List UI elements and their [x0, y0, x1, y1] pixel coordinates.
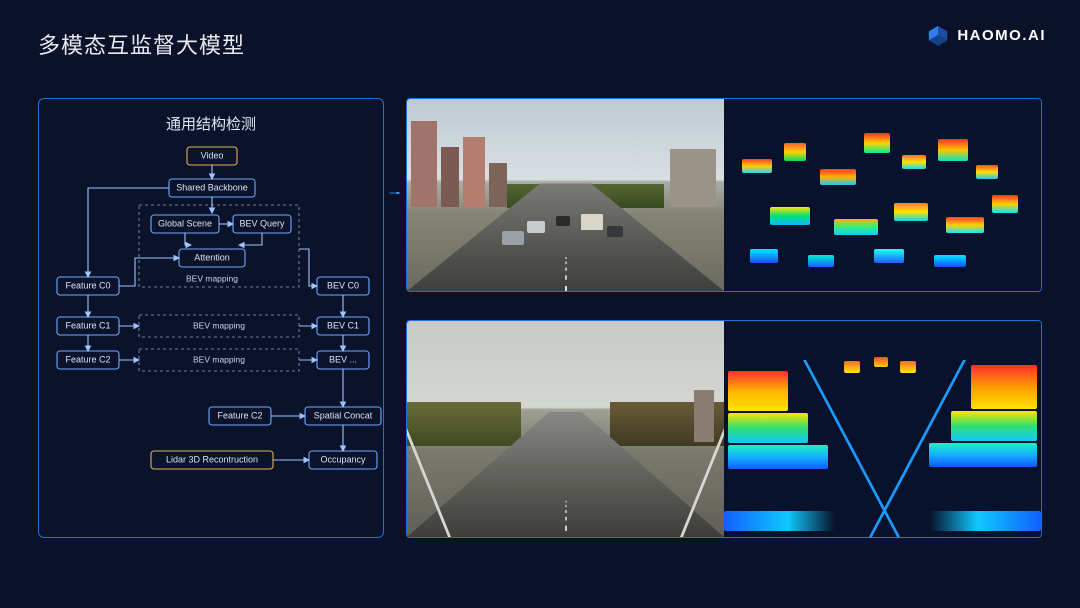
label-bev-mapping-group: BEV mapping: [186, 273, 238, 283]
label-bev-mapping-2: BEV mapping: [193, 354, 245, 364]
label-bev-dots: BEV ...: [329, 354, 357, 364]
label-backbone: Shared Backbone: [176, 182, 248, 192]
label-attention: Attention: [194, 252, 230, 262]
connector-arrow-icon: [384, 192, 406, 194]
pointcloud-view-bottom: [724, 321, 1041, 537]
camera-view-bottom: [407, 321, 724, 537]
label-bev-mapping-1: BEV mapping: [193, 320, 245, 330]
brand-logo-text: HAOMO.AI: [957, 27, 1046, 44]
brand-logo: HAOMO.AI: [927, 24, 1046, 46]
architecture-diagram: Video Shared Backbone BEV mapping Global…: [39, 99, 385, 539]
label-bev-query: BEV Query: [239, 218, 285, 228]
label-feature-c1: Feature C1: [65, 320, 110, 330]
label-occupancy: Occupancy: [320, 454, 366, 464]
label-feature-c2: Feature C2: [65, 354, 110, 364]
label-bev-c0: BEV C0: [327, 280, 359, 290]
label-global-scene: Global Scene: [158, 218, 212, 228]
slide-root: 多模态互监督大模型 HAOMO.AI 通用结构检测 Video Share: [0, 0, 1080, 608]
label-video: Video: [201, 150, 224, 160]
pointcloud-view-top: [724, 99, 1041, 291]
brand-logo-icon: [927, 24, 949, 46]
label-feature-c2-b: Feature C2: [217, 410, 262, 420]
camera-view-top: [407, 99, 724, 291]
architecture-diagram-panel: 通用结构检测 Video Shared Backbone BEV mapping…: [38, 98, 384, 538]
label-spatial-concat: Spatial Concat: [314, 410, 373, 420]
label-lidar: Lidar 3D Recontruction: [166, 454, 258, 464]
label-bev-c1: BEV C1: [327, 320, 359, 330]
result-panel-top: [406, 98, 1042, 292]
slide-title: 多模态互监督大模型: [38, 28, 245, 60]
result-panel-bottom: [406, 320, 1042, 538]
label-feature-c0: Feature C0: [65, 280, 110, 290]
